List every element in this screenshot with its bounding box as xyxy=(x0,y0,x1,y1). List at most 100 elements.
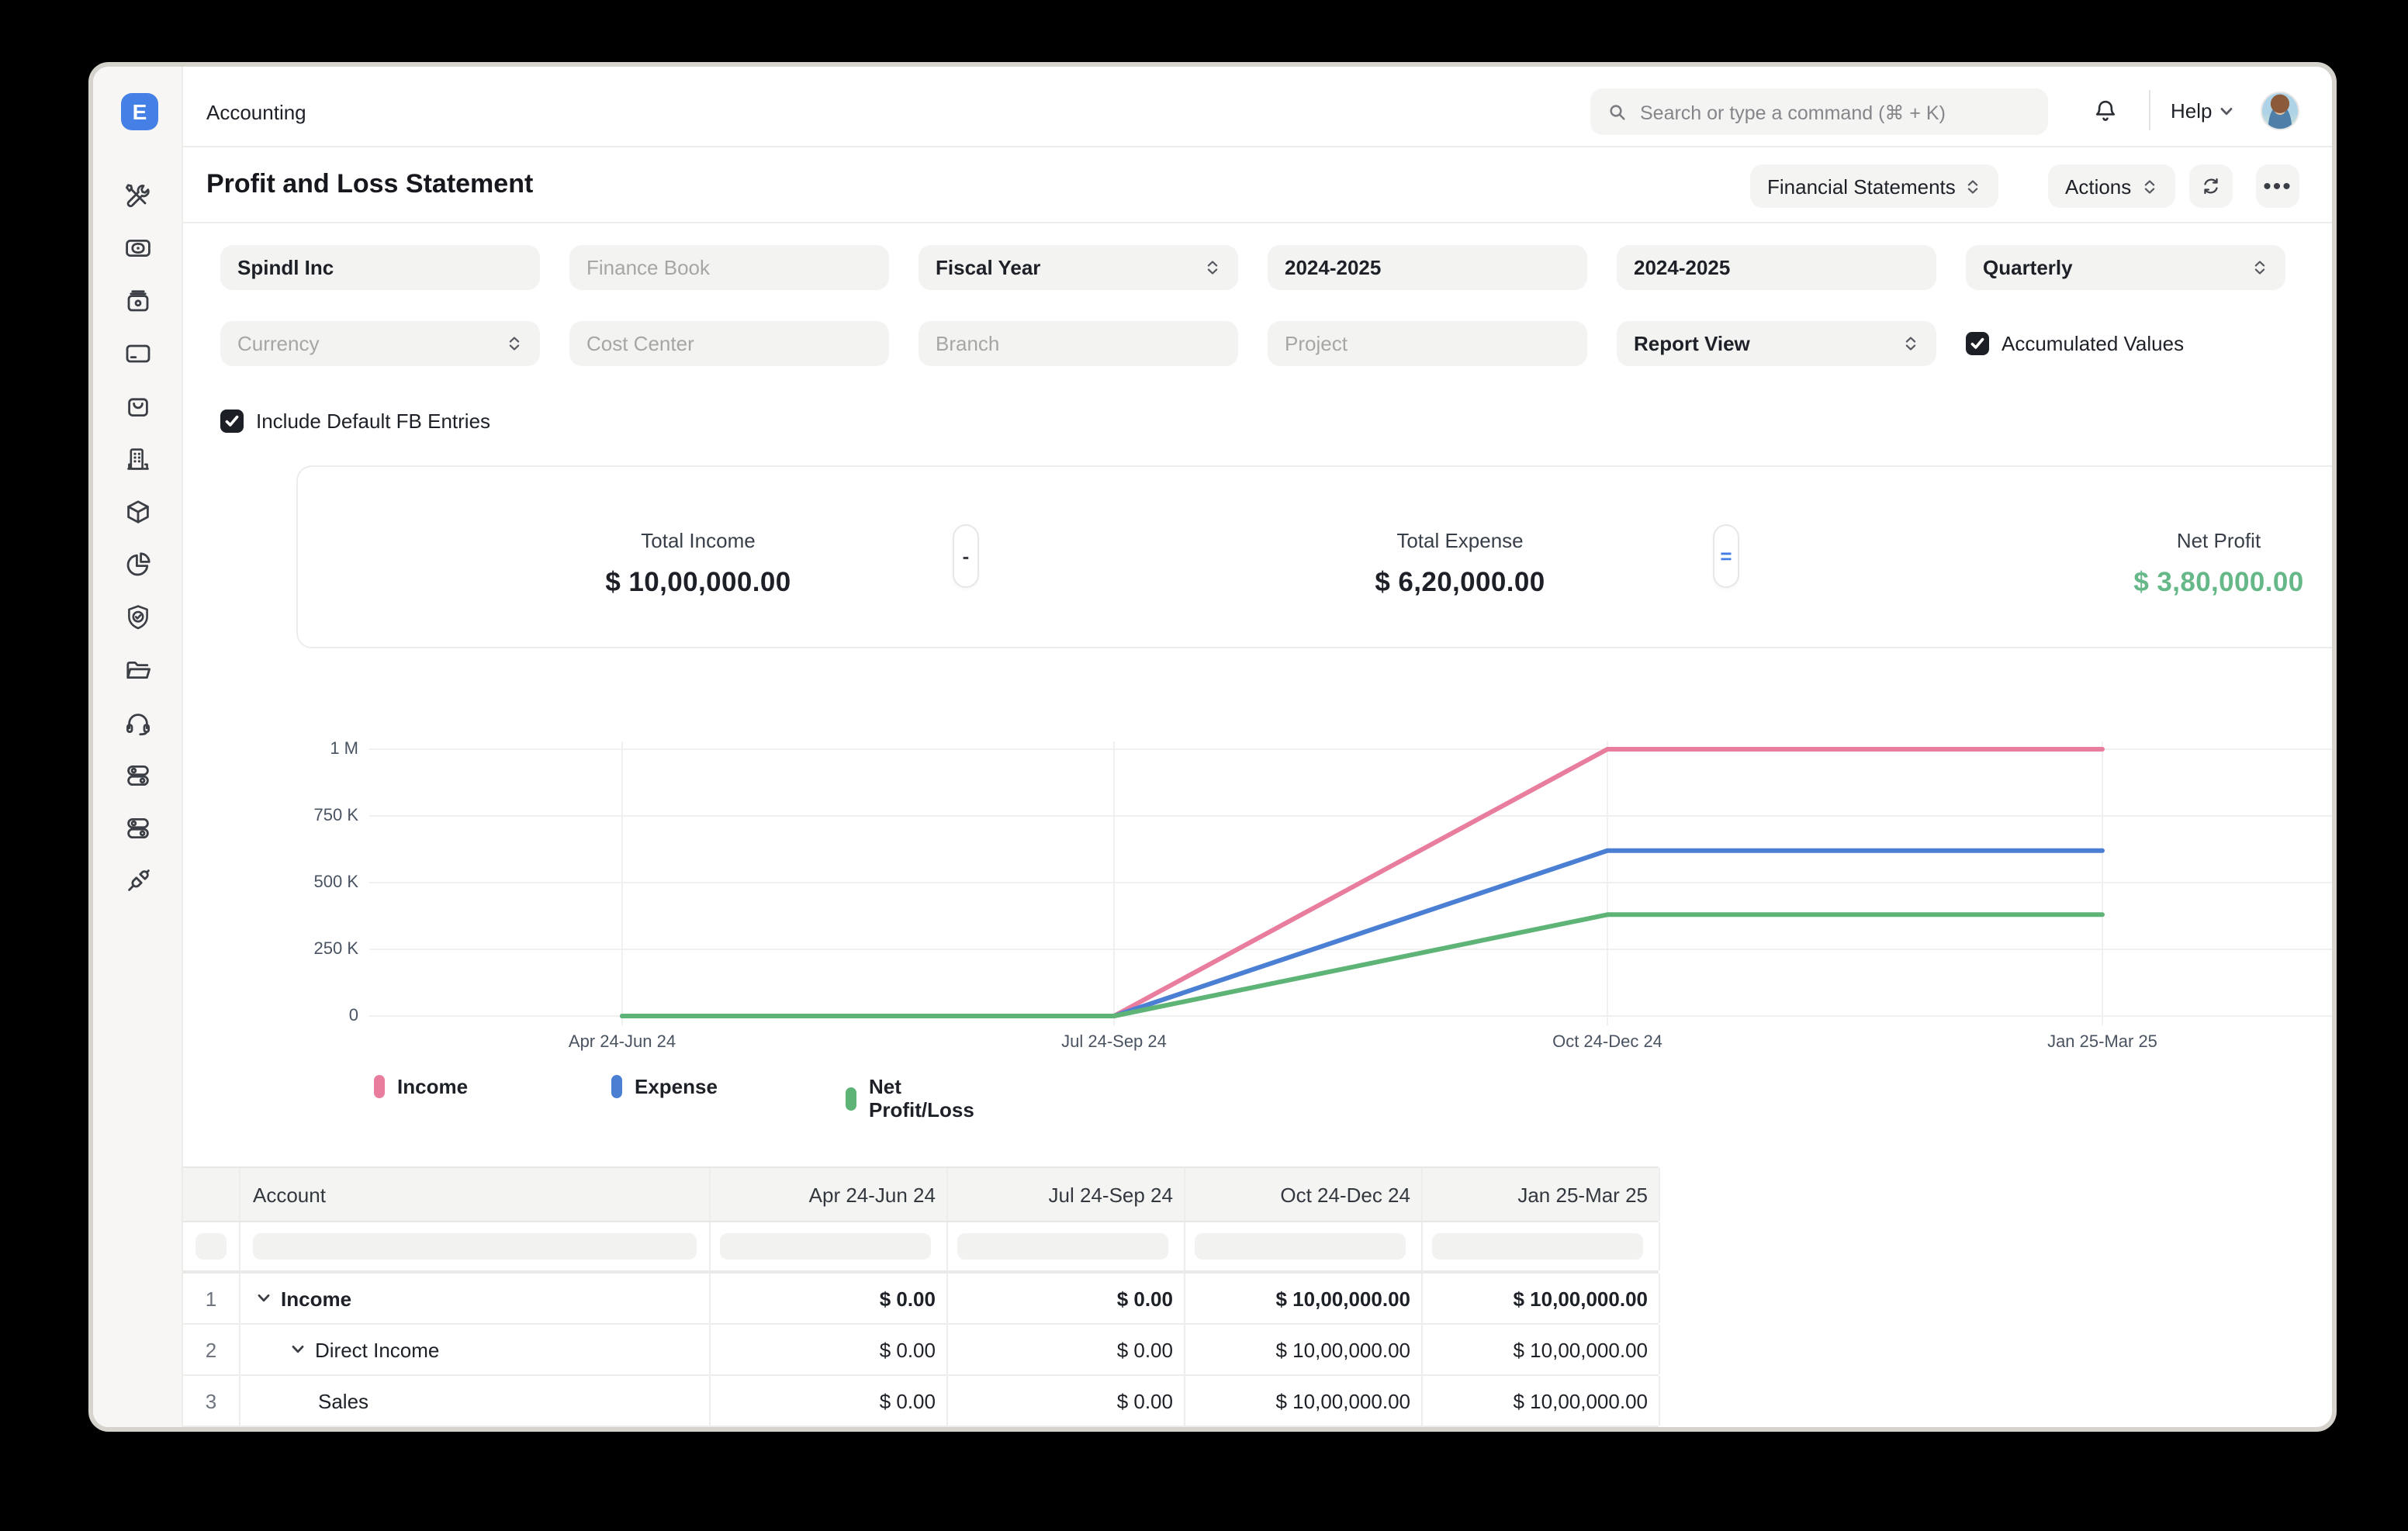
global-search-input[interactable]: Search or type a command (⌘ + K) xyxy=(1590,88,2048,135)
cell-value: $ 0.00 xyxy=(711,1325,948,1374)
main-content: Accounting Search or type a command (⌘ +… xyxy=(183,67,2332,1427)
credit-card-icon[interactable] xyxy=(123,338,154,369)
account-name[interactable]: Direct Income xyxy=(315,1338,439,1361)
more-options-button[interactable]: ••• xyxy=(2256,164,2299,208)
total-expense-label: Total Expense xyxy=(1227,529,1693,552)
company-filter[interactable]: Spindl Inc xyxy=(220,245,540,290)
accumulated-values-checkbox[interactable]: Accumulated Values xyxy=(1966,332,2184,355)
q1-filter-input[interactable] xyxy=(720,1233,931,1260)
include-default-fb-label: Include Default FB Entries xyxy=(256,410,490,433)
row-number: 2 xyxy=(183,1325,240,1374)
legend-income: Income xyxy=(374,1075,468,1098)
caret-updown-icon xyxy=(2140,178,2157,195)
shield-check-icon[interactable] xyxy=(123,602,154,633)
refresh-button[interactable] xyxy=(2189,164,2233,208)
building-icon[interactable] xyxy=(123,444,154,475)
include-default-fb-checkbox[interactable]: Include Default FB Entries xyxy=(220,410,490,433)
report-table: Account Apr 24-Jun 24 Jul 24-Sep 24 Oct … xyxy=(183,1166,1659,1427)
legend-expense: Expense xyxy=(611,1075,718,1098)
account-name[interactable]: Sales xyxy=(318,1389,368,1412)
periodicity-select[interactable]: Quarterly xyxy=(1966,245,2285,290)
table-row-direct-income[interactable]: 2 Direct Income $ 0.00 $ 0.00 $ 10,00,00… xyxy=(183,1325,1659,1376)
period-basis-select[interactable]: Fiscal Year xyxy=(919,245,1238,290)
toggles-icon[interactable] xyxy=(123,813,154,844)
y-axis-tick: 250 K xyxy=(296,940,358,959)
cash-register-icon[interactable] xyxy=(123,285,154,316)
currency-select[interactable]: Currency xyxy=(220,321,540,366)
caret-updown-icon xyxy=(1204,259,1221,276)
sidebar: E xyxy=(93,67,183,1427)
start-year-filter[interactable]: 2024-2025 xyxy=(1268,245,1587,290)
q3-header[interactable]: Oct 24-Dec 24 xyxy=(1185,1168,1423,1221)
shopping-bag-icon[interactable] xyxy=(123,391,154,422)
q4-filter-input[interactable] xyxy=(1432,1233,1643,1260)
topbar-divider xyxy=(2149,90,2150,130)
legend-net-profit: Net Profit/Loss xyxy=(846,1075,974,1121)
tools-icon[interactable] xyxy=(123,180,154,211)
report-view-select[interactable]: Report View xyxy=(1617,321,1936,366)
summary-net-profit-value: $ 3,80,000.00 xyxy=(1986,566,2337,599)
collapse-chevron-icon[interactable] xyxy=(256,1291,272,1306)
cell-value: $ 10,00,000.00 xyxy=(1423,1376,1660,1426)
caret-updown-icon xyxy=(2251,259,2268,276)
row-number-filter-input[interactable] xyxy=(195,1233,227,1260)
account-filter-input[interactable] xyxy=(253,1233,697,1260)
end-year-value: 2024-2025 xyxy=(1634,256,1730,279)
toggles-icon[interactable] xyxy=(123,760,154,791)
ellipsis-icon: ••• xyxy=(2263,173,2292,199)
checkbox-checked-icon xyxy=(1966,332,1989,355)
q2-header[interactable]: Jul 24-Sep 24 xyxy=(948,1168,1185,1221)
pie-chart-icon[interactable] xyxy=(123,549,154,580)
user-avatar[interactable] xyxy=(2261,92,2299,130)
package-icon[interactable] xyxy=(123,496,154,527)
q1-header[interactable]: Apr 24-Jun 24 xyxy=(711,1168,948,1221)
finance-book-filter[interactable]: Finance Book xyxy=(569,245,889,290)
collapse-chevron-icon[interactable] xyxy=(290,1342,306,1357)
app-logo[interactable]: E xyxy=(121,93,158,130)
net-profit-summary: Net Profit $ 3,80,000.00 xyxy=(1986,467,2337,599)
y-axis-tick: 500 K xyxy=(296,873,358,892)
total-expense-value: $ 6,20,000.00 xyxy=(1227,566,1693,599)
search-placeholder: Search or type a command (⌘ + K) xyxy=(1640,100,1946,123)
report-group-label: Financial Statements xyxy=(1767,175,1956,198)
page-title: Profit and Loss Statement xyxy=(206,169,533,200)
q3-filter-input[interactable] xyxy=(1195,1233,1406,1260)
app-window: E Accounting xyxy=(88,62,2337,1432)
help-menu[interactable]: Help xyxy=(2171,99,2234,123)
cell-value: $ 0.00 xyxy=(948,1376,1185,1426)
account-header[interactable]: Account xyxy=(240,1168,711,1221)
folder-icon[interactable] xyxy=(123,655,154,686)
table-row-income[interactable]: 1 Income $ 0.00 $ 0.00 $ 10,00,000.00 $ … xyxy=(183,1274,1659,1325)
notifications-bell-icon[interactable] xyxy=(2091,98,2119,126)
report-view-value: Report View xyxy=(1634,332,1750,355)
q2-filter-input[interactable] xyxy=(957,1233,1168,1260)
end-year-filter[interactable]: 2024-2025 xyxy=(1617,245,1936,290)
q4-header[interactable]: Jan 25-Mar 25 xyxy=(1423,1168,1660,1221)
finance-book-placeholder: Finance Book xyxy=(586,256,710,279)
legend-expense-label: Expense xyxy=(635,1075,718,1098)
caret-updown-icon xyxy=(1902,335,1919,352)
checkbox-checked-icon xyxy=(220,410,244,433)
refresh-icon xyxy=(2200,175,2222,197)
x-axis-tick: Jan 25-Mar 25 xyxy=(2047,1033,2157,1052)
minus-operator: - xyxy=(953,524,979,588)
accumulated-values-label: Accumulated Values xyxy=(2001,332,2184,355)
breadcrumb-module[interactable]: Accounting xyxy=(206,101,306,124)
cost-center-filter[interactable]: Cost Center xyxy=(569,321,889,366)
cell-value: $ 10,00,000.00 xyxy=(1185,1325,1423,1374)
row-number-header xyxy=(183,1168,240,1221)
total-income-label: Total Income xyxy=(465,529,931,552)
project-filter[interactable]: Project xyxy=(1268,321,1587,366)
plug-icon[interactable] xyxy=(123,866,154,897)
report-group-dropdown[interactable]: Financial Statements xyxy=(1750,164,1999,208)
x-axis-tick: Oct 24-Dec 24 xyxy=(1552,1033,1662,1052)
account-name[interactable]: Income xyxy=(281,1287,351,1310)
headset-icon[interactable] xyxy=(123,707,154,738)
actions-dropdown[interactable]: Actions xyxy=(2048,164,2174,208)
table-row-sales[interactable]: 3 Sales $ 0.00 $ 0.00 $ 10,00,000.00 $ 1… xyxy=(183,1376,1659,1427)
branch-filter[interactable]: Branch xyxy=(919,321,1238,366)
banknote-icon[interactable] xyxy=(123,233,154,264)
net-profit-label: Net Profit xyxy=(1986,529,2337,552)
caret-updown-icon xyxy=(506,335,523,352)
pnl-line-chart: 1 M 750 K 500 K 250 K 0 Apr 24-Jun 24 Ju… xyxy=(296,729,2337,1101)
